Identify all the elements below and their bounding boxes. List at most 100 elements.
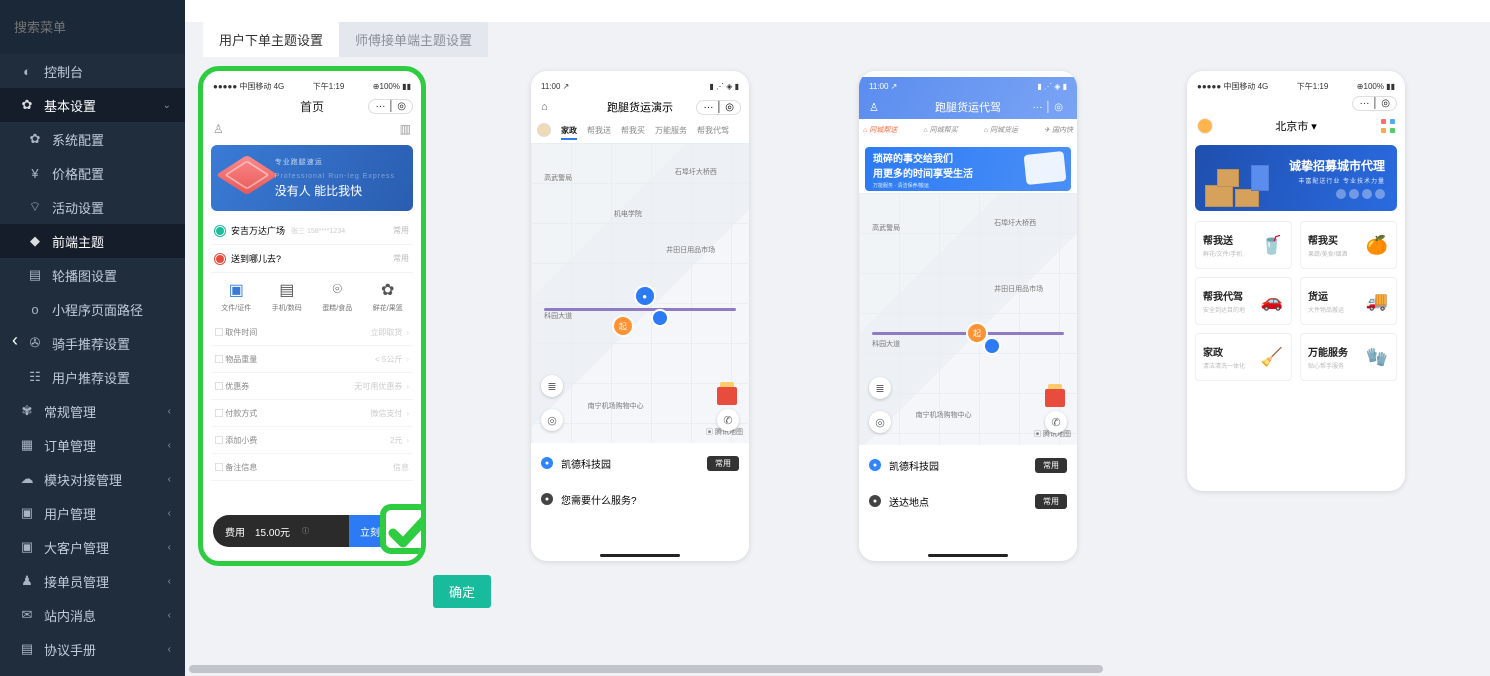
- phone-header: ♙ 跑腿货运代驾 ··· │ ◎: [859, 95, 1077, 119]
- card-sub: 贴心帮手服务: [1308, 361, 1348, 370]
- menu-agreements[interactable]: ▤ 协议手册 ‹: [0, 632, 185, 666]
- card-title: 万能服务: [1308, 344, 1348, 359]
- service-food: ⌾蛋糕/食品: [312, 281, 363, 313]
- phone-title: 首页 ··· │ ◎: [203, 95, 421, 117]
- menu-order-manage[interactable]: ▦ 订单管理 ‹: [0, 428, 185, 462]
- home-icon: ⌂: [863, 127, 867, 134]
- activity-icon: ⌔: [26, 199, 44, 215]
- menu-rider-recommend[interactable]: ✇ 骑手推荐设置: [0, 326, 185, 360]
- row-value: < 5公斤: [375, 354, 402, 365]
- sidebar-search[interactable]: ⌕: [0, 0, 185, 54]
- phone-title-text: 首页: [300, 98, 324, 115]
- location-to-row: ● 送达地点 常用: [869, 485, 1067, 517]
- map-marker-icon: 起: [968, 324, 986, 342]
- horizontal-scrollbar[interactable]: [185, 662, 1490, 676]
- home-icon: ⌂: [541, 101, 548, 113]
- banner-text: 专业跑腿速运 Professional Run-leg Express 没有人 …: [275, 156, 395, 200]
- menu-miniprogram-path[interactable]: o 小程序页面路径: [0, 292, 185, 326]
- map-label: 科园大道: [872, 339, 900, 349]
- address-from-text: 安吉万达广场: [231, 224, 285, 237]
- tab-drive: 帮我代驾: [697, 125, 729, 136]
- pin-from-icon: [215, 226, 225, 236]
- menu-label: 前端主题: [52, 232, 104, 251]
- home-indicator: [928, 554, 1008, 557]
- scrollbar-thumb[interactable]: [189, 665, 1103, 673]
- address-from-tag: 常用: [393, 225, 409, 236]
- user-icon: ♙: [869, 101, 879, 114]
- menu-messages[interactable]: ✉ 站内消息 ‹: [0, 598, 185, 632]
- dot-dark-icon: ●: [541, 493, 553, 505]
- location-text: 送达地点: [889, 494, 929, 509]
- menu-activity-settings[interactable]: ⌔ 活动设置: [0, 190, 185, 224]
- card-drive: 帮我代驾安全到达目的地🚗: [1195, 277, 1292, 325]
- menu-label: 大客户管理: [44, 538, 109, 557]
- menu-system-config[interactable]: ✿ 系统配置: [0, 122, 185, 156]
- card-sub: 安全到达目的地: [1203, 305, 1245, 314]
- map-label: 石埠圩大桥西: [675, 167, 717, 177]
- phone-button-icon: ✆: [1045, 411, 1067, 433]
- menu-frontend-theme[interactable]: ◆ 前端主题: [0, 224, 185, 258]
- location-text: 凯德科技园: [561, 456, 611, 471]
- menu-module-integration[interactable]: ☁ 模块对接管理 ‹: [0, 462, 185, 496]
- map-view: ● 起 高武警局 机电学院 石埠圩大桥西 井田日用品市场 科园大道 南宁机场购物…: [531, 143, 749, 443]
- status-time: 11:00 ↗: [541, 82, 569, 91]
- theme-icon: ◆: [26, 233, 44, 249]
- status-signal: ▮ ⋰ ◈ ▮: [1037, 82, 1067, 91]
- menu-basic-settings[interactable]: ✿ 基本设置 ⌄: [0, 88, 185, 122]
- cloud-icon: ☁: [18, 471, 36, 487]
- address-to-text: 送到哪儿去?: [231, 252, 281, 265]
- users-icon: ☷: [26, 369, 44, 385]
- row-tip: ▢ 添加小费2元›: [211, 427, 413, 454]
- tab-user-order-theme[interactable]: 用户下单主题设置: [203, 22, 339, 57]
- service-label: 手机/数码: [272, 303, 302, 313]
- grid-icon: ✾: [18, 403, 36, 419]
- menu-corp-manage[interactable]: ▣ 大客户管理 ‹: [0, 530, 185, 564]
- chevron-left-icon: ‹: [168, 474, 171, 485]
- service-phone: ▤手机/数码: [262, 281, 313, 313]
- chevron-left-icon: ‹: [168, 542, 171, 553]
- tab-universal: 万能服务: [655, 125, 687, 136]
- menu-label: 协议手册: [44, 640, 96, 659]
- row-coupon: ▢ 优惠券无可用优惠券›: [211, 373, 413, 400]
- menu-user-recommend[interactable]: ☷ 用户推荐设置: [0, 360, 185, 394]
- promo-text: 琐碎的事交给我们 用更多的时间享受生活 万能服务 · 清洁保养/搬运: [873, 150, 973, 189]
- phone-status-bar: ●●●●● 中国移动 4G 下午1:19 ⊕100% ▮▮: [1187, 77, 1405, 95]
- image-icon: ▤: [26, 267, 44, 283]
- selected-check-icon: [377, 501, 421, 561]
- theme-option-1[interactable]: ●●●●● 中国移动 4G 下午1:19 ⊕100% ▮▮ 首页 ··· │ ◎…: [203, 71, 421, 561]
- chevron-right-icon: ›: [406, 436, 409, 445]
- menu-carousel-settings[interactable]: ▤ 轮播图设置: [0, 258, 185, 292]
- hero-text: 诚挚招募城市代理 丰富配送行业 专业技术力量: [1289, 157, 1385, 199]
- menu-user-manage[interactable]: ▣ 用户管理 ‹: [0, 496, 185, 530]
- tab-worker-theme[interactable]: 师傅接单端主题设置: [339, 22, 488, 57]
- row-pickup-time: ▢ 取件时间立即取货›: [211, 319, 413, 346]
- search-input[interactable]: [14, 20, 185, 35]
- phone-title-text: 跑腿货运演示: [607, 99, 673, 115]
- banner-line-1-en: Professional Run-leg Express: [275, 170, 395, 184]
- theme-option-2[interactable]: 11:00 ↗ ▮ ⋰ ◈ ▮ ⌂ 跑腿货运演示 ··· │ ◎ 家政 帮我送 …: [531, 71, 749, 561]
- card-title: 帮我买: [1308, 232, 1347, 247]
- menu-price-config[interactable]: ¥ 价格配置: [0, 156, 185, 190]
- service-prompt-text: 您需要什么服务?: [561, 492, 637, 507]
- tab-buy: 帮我买: [621, 125, 645, 136]
- chevron-right-icon: ›: [406, 382, 409, 391]
- map-label: 井田日用品市场: [994, 284, 1043, 294]
- service-tabs: ⌂同城帮送 ⌂同城帮买 ⌂同城货运 ✈国内快: [859, 119, 1077, 141]
- theme-option-4[interactable]: ●●●●● 中国移动 4G 下午1:19 ⊕100% ▮▮ ··· │ ◎ 北京…: [1187, 71, 1405, 491]
- user-icon: ▣: [18, 505, 36, 521]
- row-value: 2元: [390, 435, 402, 446]
- theme-option-3[interactable]: 11:00 ↗ ▮ ⋰ ◈ ▮ ♙ 跑腿货运代驾 ··· │ ◎ ⌂同城帮送 ⌂…: [859, 71, 1077, 561]
- map-marker-center-icon: ●: [636, 287, 654, 305]
- service-tabs: 家政 帮我送 帮我买 万能服务 帮我代驾: [531, 119, 749, 141]
- dot-blue-icon: ●: [869, 459, 881, 471]
- menu-general-manage[interactable]: ✾ 常规管理 ‹: [0, 394, 185, 428]
- top-whitespace: [185, 0, 1490, 22]
- confirm-button[interactable]: 确定: [433, 575, 491, 608]
- order-icon: ▦: [18, 437, 36, 453]
- row-label: 物品重量: [225, 355, 257, 364]
- menu-courier-manage[interactable]: ♟ 接单员管理 ‹: [0, 564, 185, 598]
- chevron-left-icon: ‹: [168, 440, 171, 451]
- card-title: 帮我送: [1203, 232, 1242, 247]
- banner-illustration-icon: [216, 155, 278, 195]
- menu-console[interactable]: ◐ 控制台: [0, 54, 185, 88]
